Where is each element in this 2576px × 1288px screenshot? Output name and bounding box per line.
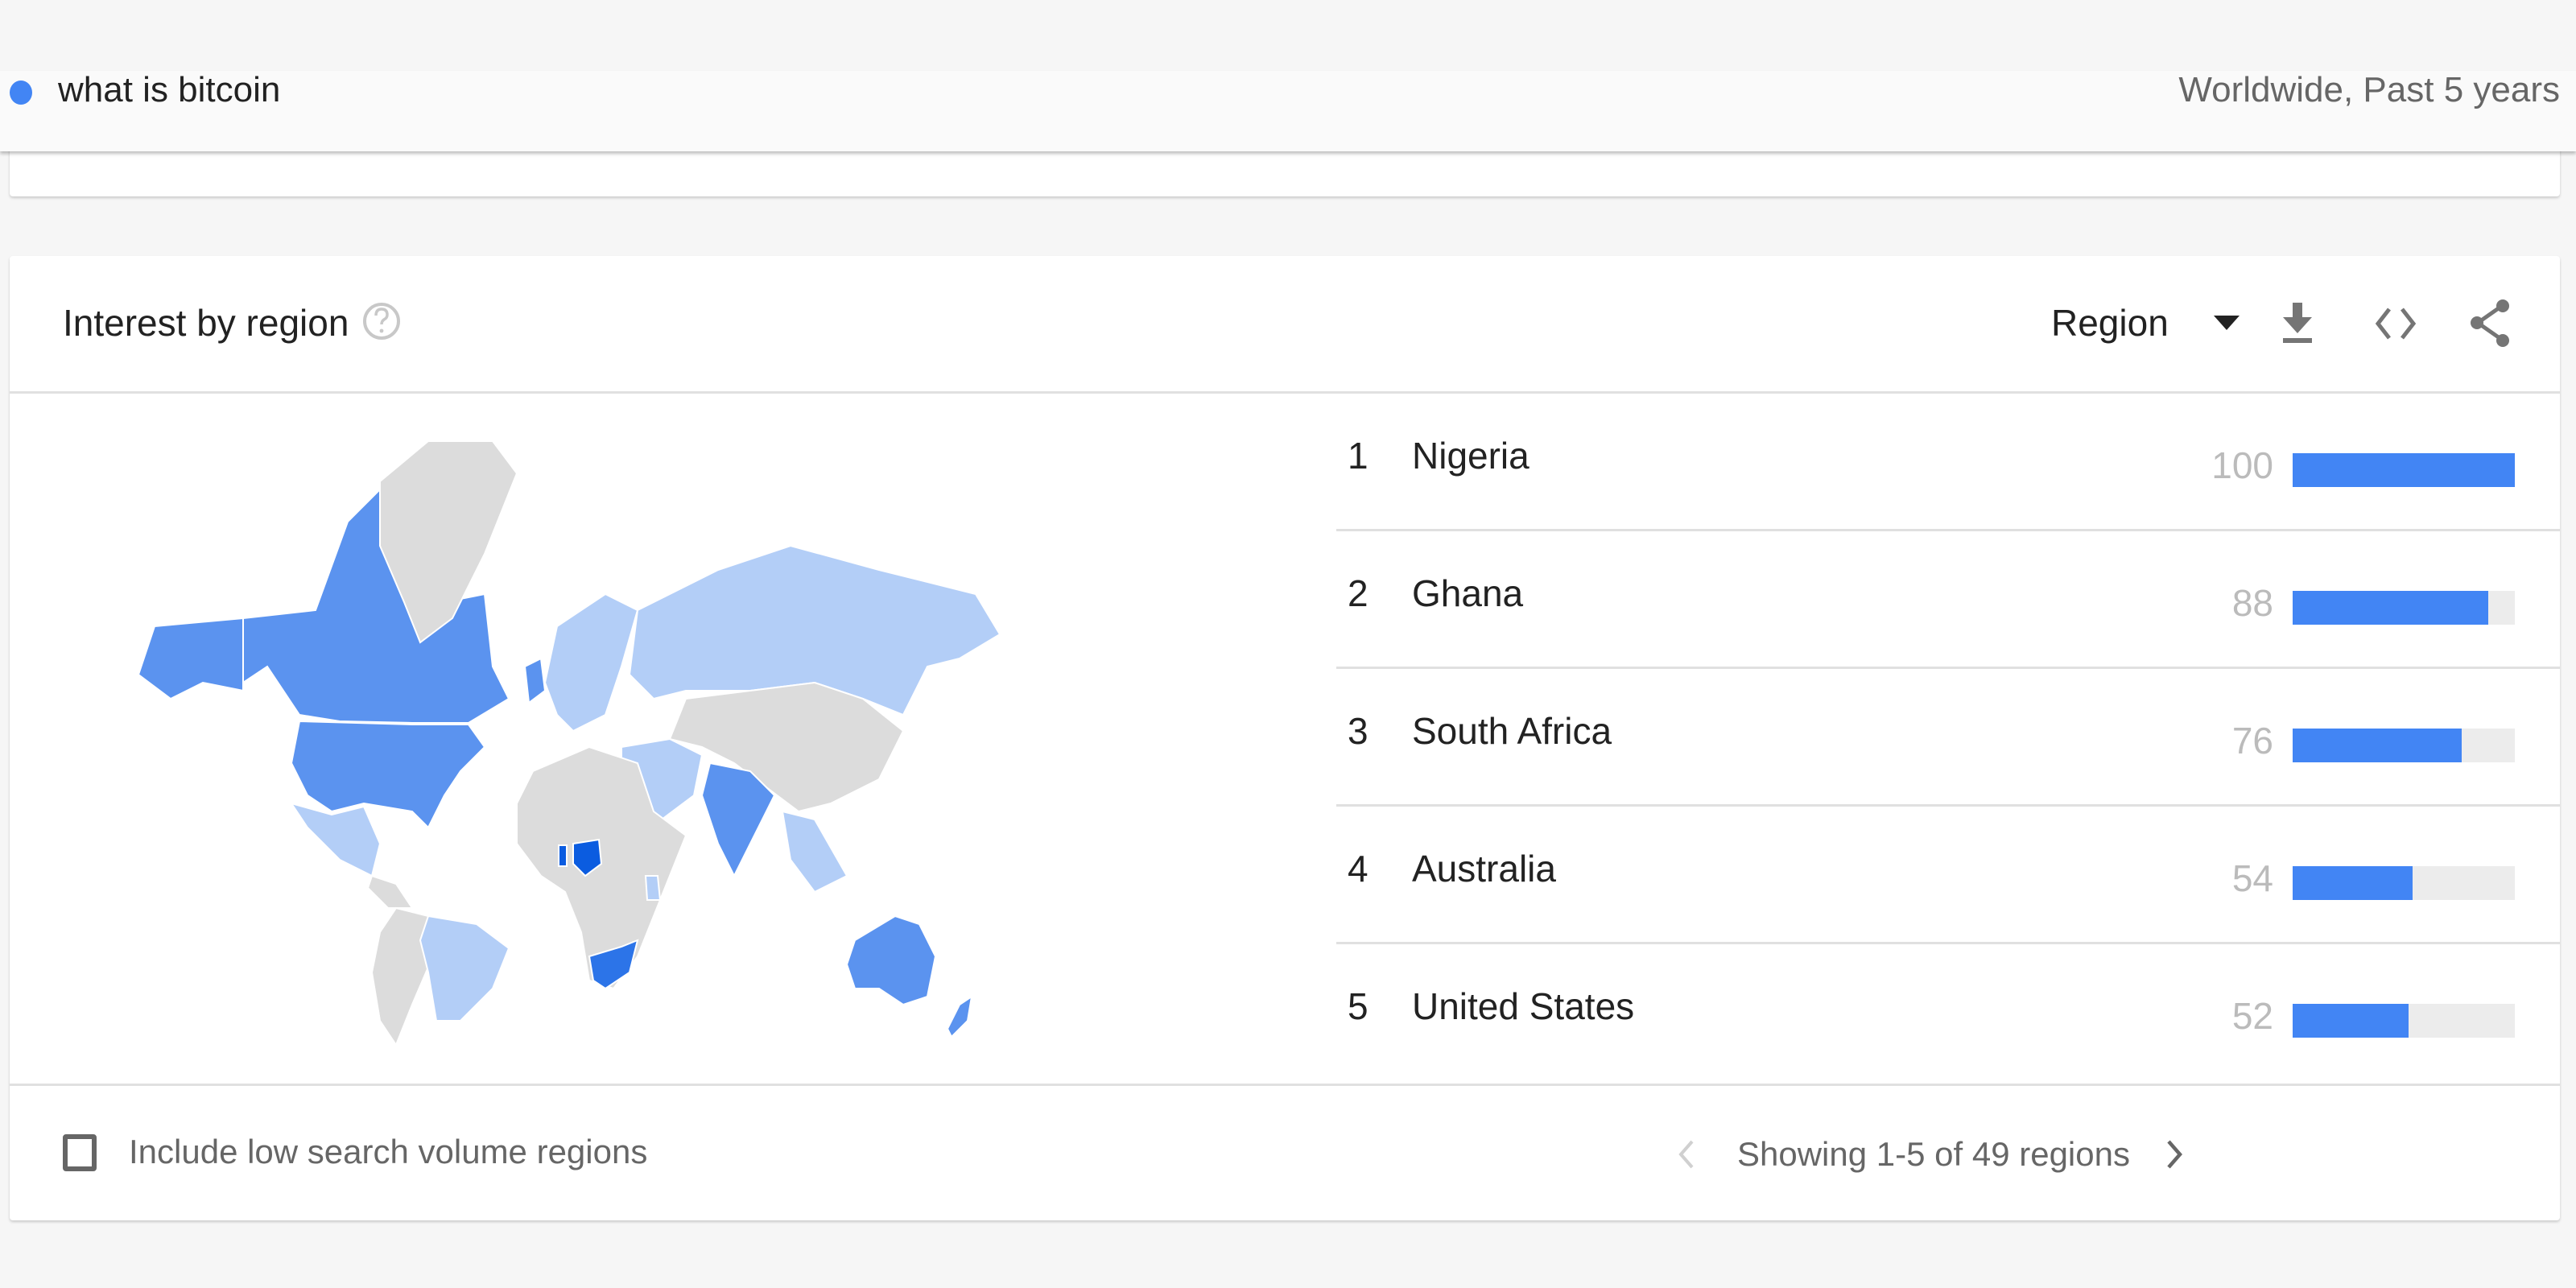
region-bar [2293, 453, 2515, 487]
region-row[interactable]: 2 Ghana 88 [1336, 531, 2560, 669]
region-bar-track [2293, 453, 2515, 487]
region-bar [2293, 1004, 2409, 1038]
map-region-alaska[interactable] [137, 617, 244, 700]
region-rank: 1 [1348, 435, 1368, 477]
region-name[interactable]: South Africa [1412, 709, 1612, 753]
region-value: 54 [2231, 857, 2273, 899]
region-row[interactable]: 1 Nigeria 100 [1336, 394, 2560, 531]
map-region-central-america[interactable] [366, 874, 414, 909]
region-name[interactable]: United States [1412, 985, 1634, 1028]
map-region-australia[interactable] [845, 914, 937, 1006]
region-row[interactable]: 3 South Africa 76 [1336, 669, 2560, 807]
chevron-left-icon[interactable] [1676, 1138, 1695, 1170]
region-bar-track [2293, 866, 2515, 900]
region-name[interactable]: Australia [1412, 847, 1556, 890]
region-bar-track [2293, 1004, 2515, 1038]
chevron-right-icon[interactable] [2165, 1138, 2185, 1170]
region-bar [2293, 866, 2413, 900]
region-rank: 2 [1348, 572, 1368, 614]
resolution-dropdown[interactable]: Region [2051, 295, 2240, 351]
caret-down-icon [2213, 316, 2240, 330]
search-scope-label: Worldwide, Past 5 years [2178, 70, 2560, 109]
region-bar-track [2293, 591, 2515, 625]
map-region-brazil[interactable] [419, 914, 510, 1022]
region-row[interactable]: 5 United States 52 [1336, 944, 2560, 1080]
region-rank: 3 [1348, 710, 1368, 752]
region-value: 88 [2231, 582, 2273, 624]
map-region-mexico[interactable] [289, 802, 382, 877]
region-value: 76 [2231, 720, 2273, 762]
map-region-southeast-asia[interactable] [781, 810, 848, 894]
world-map[interactable] [106, 425, 1121, 1053]
region-value: 100 [2211, 444, 2273, 486]
region-value: 52 [2231, 995, 2273, 1037]
help-circle-icon[interactable] [362, 298, 401, 345]
region-bar [2293, 591, 2488, 625]
card-header: Interest by region Region [10, 256, 2560, 394]
region-bar [2293, 729, 2462, 762]
resolution-dropdown-value: Region [2051, 302, 2169, 344]
region-row[interactable]: 4 Australia 54 [1336, 807, 2560, 944]
embed-code-icon[interactable] [2372, 296, 2420, 349]
share-icon[interactable] [2467, 296, 2515, 349]
region-rank: 5 [1348, 985, 1368, 1027]
interest-by-region-card: Interest by region Region 1 Nigeria 100 … [10, 256, 2560, 1220]
search-term-label: what is bitcoin [58, 70, 281, 109]
card-footer: Include low search volume regions Showin… [10, 1084, 2560, 1223]
pagination-text: Showing 1-5 of 49 regions [1737, 1135, 2130, 1173]
map-region-europe[interactable] [543, 592, 639, 733]
region-name[interactable]: Nigeria [1412, 434, 1530, 477]
map-region-new-zealand[interactable] [946, 994, 973, 1038]
low-volume-checkbox[interactable] [63, 1134, 97, 1171]
map-region-ghana[interactable] [558, 844, 568, 867]
region-bar-track [2293, 729, 2515, 762]
region-rank: 4 [1348, 848, 1368, 890]
pagination: Showing 1-5 of 49 regions [1676, 1128, 2185, 1181]
search-term-color-dot [10, 80, 32, 105]
low-volume-checkbox-label[interactable]: Include low search volume regions [129, 1133, 647, 1171]
map-region-uk[interactable] [523, 657, 547, 704]
region-ranking-list: 1 Nigeria 100 2 Ghana 88 3 South Africa … [1336, 394, 2560, 1080]
region-name[interactable]: Ghana [1412, 572, 1523, 615]
map-region-kenya[interactable] [644, 875, 662, 901]
download-icon[interactable] [2273, 296, 2322, 349]
card-title: Interest by region [63, 302, 349, 344]
